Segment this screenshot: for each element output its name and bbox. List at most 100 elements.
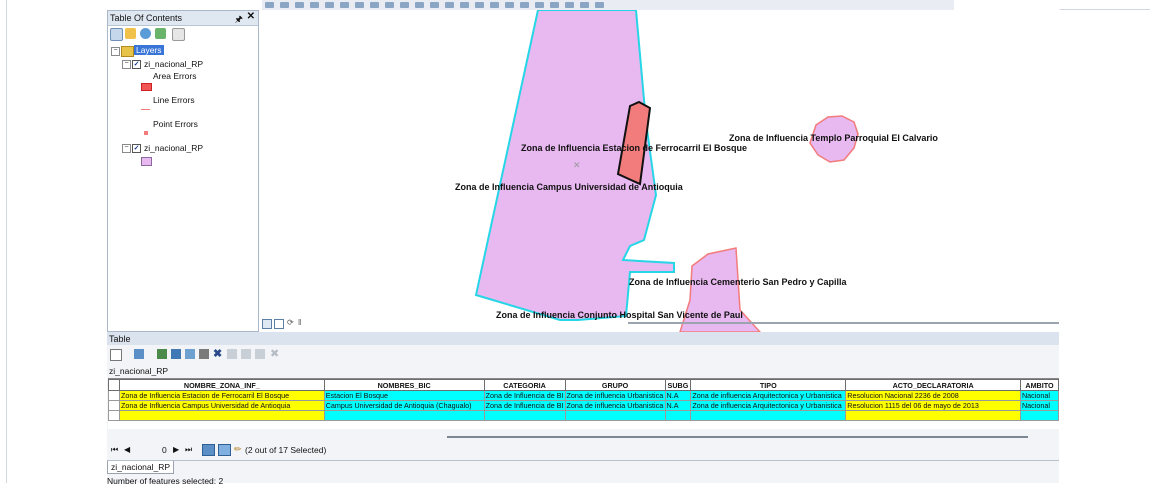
table-cell[interactable]: Zona de Influencia Estacion de Ferrocarr… — [118, 390, 325, 401]
toolbar-button[interactable] — [280, 2, 289, 8]
column-header[interactable]: CATEGORIA — [483, 379, 566, 391]
clear-selection-icon[interactable] — [185, 349, 195, 359]
table-cell[interactable]: Nacional — [1019, 400, 1060, 411]
toolbar-button[interactable] — [460, 2, 469, 8]
first-record-icon[interactable]: ⏮ — [111, 445, 118, 455]
previous-record-icon[interactable]: ◀ — [124, 445, 130, 454]
show-selected-records-icon[interactable] — [218, 444, 231, 456]
row-selector[interactable] — [108, 390, 120, 401]
last-record-icon[interactable]: ⏭ — [185, 445, 192, 455]
column-header[interactable]: NOMBRES_BIC — [323, 379, 485, 391]
list-by-selection-icon[interactable] — [155, 28, 166, 39]
toolbar-button[interactable] — [445, 2, 454, 8]
table-horizontal-scrollbar[interactable] — [447, 436, 1028, 438]
zoom-to-selected-icon[interactable] — [199, 349, 209, 359]
current-record-field[interactable]: 0 — [162, 445, 167, 455]
collapse-icon[interactable]: − — [122, 60, 131, 69]
row-selector-header[interactable] — [108, 379, 120, 391]
layers-root-label[interactable]: Layers — [134, 45, 164, 55]
table-cell[interactable]: Zona de influencia Urbanistica — [564, 400, 666, 411]
column-header[interactable]: GRUPO — [564, 379, 666, 391]
table-cell[interactable]: Zona de Influencia Campus Universidad de… — [118, 400, 325, 411]
layout-view-icon[interactable] — [274, 319, 284, 329]
table-cell[interactable] — [564, 410, 666, 421]
toolbar-button[interactable] — [475, 2, 484, 8]
table-cell[interactable] — [323, 410, 485, 421]
toolbar-button[interactable] — [580, 2, 589, 8]
map-canvas[interactable]: ✕ Zona de Influencia Estacion de Ferroca… — [260, 10, 1059, 332]
table-cell[interactable] — [690, 410, 847, 421]
collapse-icon[interactable]: − — [122, 144, 131, 153]
toolbar-button[interactable] — [565, 2, 574, 8]
toolbar-button[interactable] — [265, 2, 274, 8]
table-row[interactable]: Zona de Influencia Estacion de Ferrocarr… — [108, 390, 1060, 401]
table-row[interactable]: Zona de Influencia Campus Universidad de… — [108, 400, 1060, 411]
map-view[interactable]: ✕ Zona de Influencia Estacion de Ferroca… — [260, 10, 1059, 332]
table-cell[interactable]: Resolucion 1115 del 06 de mayo de 2013 — [845, 400, 1021, 411]
table-cell[interactable] — [845, 410, 1021, 421]
pause-icon[interactable]: ‖ — [298, 318, 301, 327]
table-cell[interactable]: Estacion El Bosque — [323, 390, 485, 401]
toolbar-button[interactable] — [415, 2, 424, 8]
row-selector[interactable] — [108, 400, 120, 411]
toolbar-button[interactable] — [535, 2, 544, 8]
table-row-new[interactable] — [108, 410, 1060, 421]
toolbar-button[interactable] — [505, 2, 514, 8]
layer-visibility-checkbox[interactable]: ✓ — [132, 60, 141, 69]
show-all-records-icon[interactable] — [202, 444, 215, 456]
list-by-source-icon[interactable] — [125, 28, 136, 39]
table-cell[interactable]: Zona de influencia Arquitectonica y Urba… — [690, 390, 847, 401]
table-cell[interactable] — [664, 410, 692, 421]
table-cell[interactable]: Nacional — [1019, 390, 1060, 401]
toolbar-button[interactable] — [520, 2, 529, 8]
map-horizontal-scrollbar[interactable] — [628, 322, 1059, 324]
table-cell[interactable] — [483, 410, 566, 421]
options-icon[interactable] — [172, 28, 185, 41]
toolbar-button[interactable] — [370, 2, 379, 8]
table-tab[interactable]: zi_nacional_RP — [107, 461, 175, 474]
list-by-drawing-order-icon[interactable] — [110, 28, 123, 41]
table-cell[interactable]: Zona de Influencia de BI — [483, 390, 566, 401]
layer-visibility-checkbox[interactable]: ✓ — [132, 144, 141, 153]
table-options-icon[interactable] — [110, 349, 122, 361]
refresh-icon[interactable]: ⟳ — [287, 318, 294, 327]
toolbar-button[interactable] — [340, 2, 349, 8]
attribute-grid[interactable]: NOMBRE_ZONA_INF_ NOMBRES_BIC CATEGORIA G… — [108, 378, 1060, 429]
layer-name-1[interactable]: zi_nacional_RP — [144, 59, 203, 69]
column-header[interactable]: SUBG — [664, 379, 692, 391]
table-cell[interactable]: Zona de influencia Arquitectonica y Urba… — [690, 400, 847, 411]
layer-name-2[interactable]: zi_nacional_RP — [144, 143, 203, 153]
toolbar-button[interactable] — [400, 2, 409, 8]
list-by-visibility-icon[interactable] — [140, 28, 151, 39]
table-cell[interactable]: N.A — [664, 400, 692, 411]
table-cell[interactable]: Zona de Influencia de BI — [483, 400, 566, 411]
data-view-icon[interactable] — [262, 319, 272, 329]
delete-selected-icon[interactable]: ✖ — [213, 347, 222, 360]
select-by-attributes-icon[interactable] — [157, 349, 167, 359]
switch-selection-icon[interactable] — [171, 349, 181, 359]
table-cell[interactable] — [1019, 410, 1060, 421]
toolbar-button[interactable] — [295, 2, 304, 8]
toolbar-button[interactable] — [355, 2, 364, 8]
row-selector[interactable] — [108, 410, 120, 421]
toolbar-button[interactable] — [595, 2, 604, 8]
table-cell[interactable]: Zona de influencia Urbanistica — [564, 390, 666, 401]
toolbar-button[interactable] — [385, 2, 394, 8]
column-header[interactable]: ACTO_DECLARATORIA — [845, 379, 1021, 391]
toolbar-button[interactable] — [325, 2, 334, 8]
table-cell[interactable]: N.A — [664, 390, 692, 401]
table-cell[interactable]: Resolucion Nacional 2236 de 2008 — [845, 390, 1021, 401]
close-icon[interactable]: ✕ — [247, 11, 255, 22]
toolbar-button[interactable] — [430, 2, 439, 8]
column-header[interactable]: TIPO — [690, 379, 847, 391]
column-header[interactable]: NOMBRE_ZONA_INF_ — [118, 379, 325, 391]
table-cell[interactable]: Campus Universidad de Antioquia (Chagual… — [323, 400, 485, 411]
collapse-icon[interactable]: − — [111, 47, 120, 56]
next-record-icon[interactable]: ▶ — [173, 445, 179, 454]
table-cell[interactable] — [118, 410, 325, 421]
column-header[interactable]: AMBITO — [1019, 379, 1060, 391]
related-tables-icon[interactable] — [134, 349, 144, 359]
toolbar-button[interactable] — [490, 2, 499, 8]
toolbar-button[interactable] — [310, 2, 319, 8]
toolbar-button[interactable] — [550, 2, 559, 8]
